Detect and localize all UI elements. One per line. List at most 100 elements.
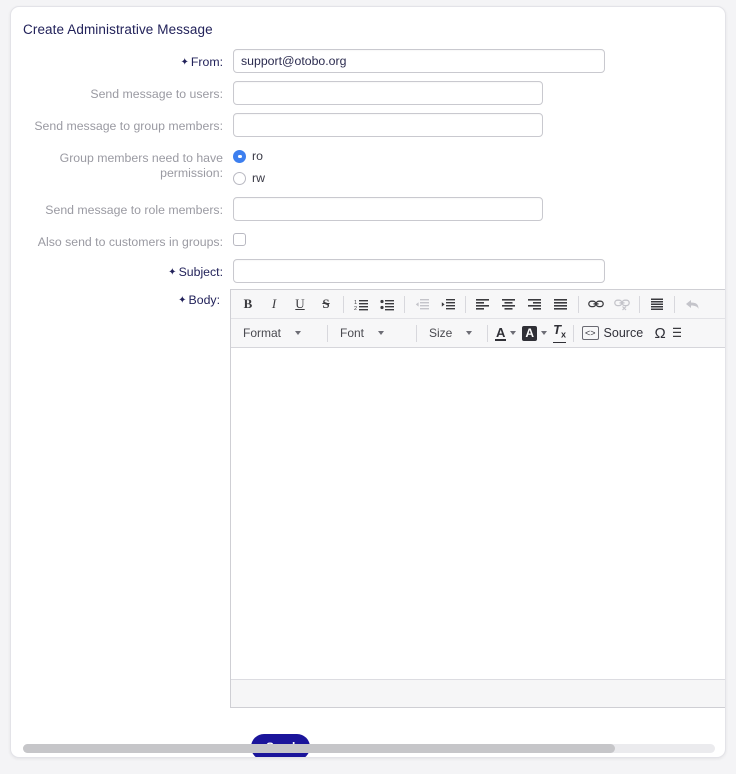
subject-control xyxy=(233,259,725,283)
form-row-also-send-customers: Also send to customers in groups: xyxy=(11,229,725,251)
chevron-down-icon xyxy=(295,331,302,335)
send-to-users-label: Send message to users: xyxy=(90,87,223,101)
form-row-permission: Group members need to have permission: r… xyxy=(11,145,725,189)
underline-icon[interactable]: U xyxy=(287,293,313,315)
body-label: ✦ Body: xyxy=(178,293,220,307)
editor-status-bar xyxy=(231,679,725,707)
required-star-icon: ✦ xyxy=(168,267,177,278)
required-star-icon: ✦ xyxy=(180,57,189,68)
source-label: Source xyxy=(603,326,644,340)
chevron-down-icon xyxy=(541,331,548,335)
subject-label: ✦ Subject: xyxy=(168,265,223,279)
send-to-group-members-label: Send message to group members: xyxy=(34,119,223,133)
toolbar-separator xyxy=(487,324,488,342)
strikethrough-icon[interactable]: S xyxy=(313,293,339,315)
editor-toolbar-row-1: B I U S 12 xyxy=(231,290,725,319)
horizontal-scrollbar-thumb[interactable] xyxy=(23,744,615,753)
toolbar-separator xyxy=(404,295,405,313)
radio-ro-icon[interactable] xyxy=(233,149,246,163)
toolbar-separator xyxy=(578,295,579,313)
svg-text:2: 2 xyxy=(354,306,357,311)
italic-icon[interactable]: I xyxy=(261,293,287,315)
radio-option-rw[interactable]: rw xyxy=(233,167,725,189)
align-justify-icon[interactable] xyxy=(548,293,574,315)
special-character-icon[interactable]: Ω xyxy=(647,322,673,344)
from-label: ✦ From: xyxy=(180,55,224,69)
form-row-send-to-users: Send message to users: xyxy=(11,81,725,105)
form-row-body: ✦ Body: B I U S 12 Format Font Size A A … xyxy=(11,289,725,708)
page-title: Create Administrative Message xyxy=(23,22,213,37)
from-control xyxy=(233,49,725,73)
undo-icon[interactable] xyxy=(679,293,705,315)
source-icon: <> xyxy=(582,326,599,340)
send-to-users-input[interactable] xyxy=(233,81,543,105)
toolbar-separator xyxy=(674,295,675,313)
from-input[interactable] xyxy=(233,49,605,73)
send-to-group-members-input[interactable] xyxy=(233,113,543,137)
form-row-send-to-role-members: Send message to role members: xyxy=(11,197,725,221)
permission-control: ro rw xyxy=(233,145,725,189)
link-icon[interactable] xyxy=(583,293,609,315)
subject-input[interactable] xyxy=(233,259,605,283)
chevron-down-icon xyxy=(378,331,385,335)
size-dropdown[interactable]: Size xyxy=(421,322,483,344)
chevron-down-icon xyxy=(466,331,473,335)
editor-toolbar-row-2: Format Font Size A A Tx <> Source Ω xyxy=(231,319,725,348)
toolbar-separator xyxy=(465,295,466,313)
background-color-button[interactable]: A xyxy=(519,322,550,344)
permission-label-line1: Group members need to have xyxy=(59,151,223,165)
also-send-customers-control xyxy=(233,229,725,251)
bulleted-list-icon[interactable] xyxy=(374,293,400,315)
blockquote-icon[interactable] xyxy=(644,293,670,315)
send-to-users-control xyxy=(233,81,725,105)
chevron-down-icon xyxy=(510,331,517,335)
radio-rw-icon[interactable] xyxy=(233,171,246,185)
radio-ro-label: ro xyxy=(252,149,263,163)
send-to-role-members-input[interactable] xyxy=(233,197,543,221)
send-to-role-members-control xyxy=(233,197,725,221)
format-dropdown-label: Format xyxy=(243,326,282,340)
remove-format-button[interactable]: Tx xyxy=(550,322,569,344)
font-dropdown-label: Font xyxy=(340,326,365,340)
text-color-button[interactable]: A xyxy=(492,322,519,344)
form-row-send-to-group-members: Send message to group members: xyxy=(11,113,725,137)
rich-text-editor: B I U S 12 Format Font Size A A Tx <> So… xyxy=(230,289,725,708)
admin-message-panel: Create Administrative Message ✦From: Sen… xyxy=(10,6,726,758)
unlink-icon[interactable] xyxy=(609,293,635,315)
also-send-customers-checkbox[interactable] xyxy=(233,233,246,246)
align-center-icon[interactable] xyxy=(496,293,522,315)
editor-content-area[interactable] xyxy=(231,348,725,679)
permission-label-line2: permission: xyxy=(160,166,223,180)
required-star-icon: ✦ xyxy=(178,295,187,306)
background-color-icon: A xyxy=(522,325,538,341)
toolbar-separator xyxy=(416,324,417,342)
also-send-customers-label: Also send to customers in groups: xyxy=(37,235,223,249)
format-dropdown[interactable]: Format xyxy=(235,322,323,344)
overflow-icon[interactable]: ☰ xyxy=(673,322,681,344)
form-row-subject: ✦ Subject: xyxy=(11,259,725,283)
send-to-group-members-control xyxy=(233,113,725,137)
toolbar-separator xyxy=(327,324,328,342)
radio-option-ro[interactable]: ro xyxy=(233,145,725,167)
remove-format-icon: Tx xyxy=(553,323,567,343)
admin-message-form: ✦From: Send message to users: Send messa… xyxy=(11,49,725,716)
form-row-from: ✦ From: xyxy=(11,49,725,73)
radio-rw-label: rw xyxy=(252,171,265,185)
decrease-indent-icon[interactable] xyxy=(409,293,435,315)
bold-icon[interactable]: B xyxy=(235,293,261,315)
permission-label: Group members need to have permission: xyxy=(11,145,233,181)
send-to-role-members-label: Send message to role members: xyxy=(45,203,223,217)
body-control: B I U S 12 Format Font Size A A Tx <> So… xyxy=(230,289,725,708)
toolbar-separator xyxy=(573,324,575,342)
align-left-icon[interactable] xyxy=(470,293,496,315)
toolbar-separator xyxy=(343,295,344,313)
toolbar-separator xyxy=(639,295,640,313)
page-root: Create Administrative Message ✦From: Sen… xyxy=(0,0,736,774)
text-color-icon: A xyxy=(495,324,507,341)
size-dropdown-label: Size xyxy=(429,326,453,340)
align-right-icon[interactable] xyxy=(522,293,548,315)
increase-indent-icon[interactable] xyxy=(435,293,461,315)
source-button[interactable]: <> Source xyxy=(578,322,647,344)
numbered-list-icon[interactable]: 12 xyxy=(348,293,374,315)
font-dropdown[interactable]: Font xyxy=(332,322,412,344)
